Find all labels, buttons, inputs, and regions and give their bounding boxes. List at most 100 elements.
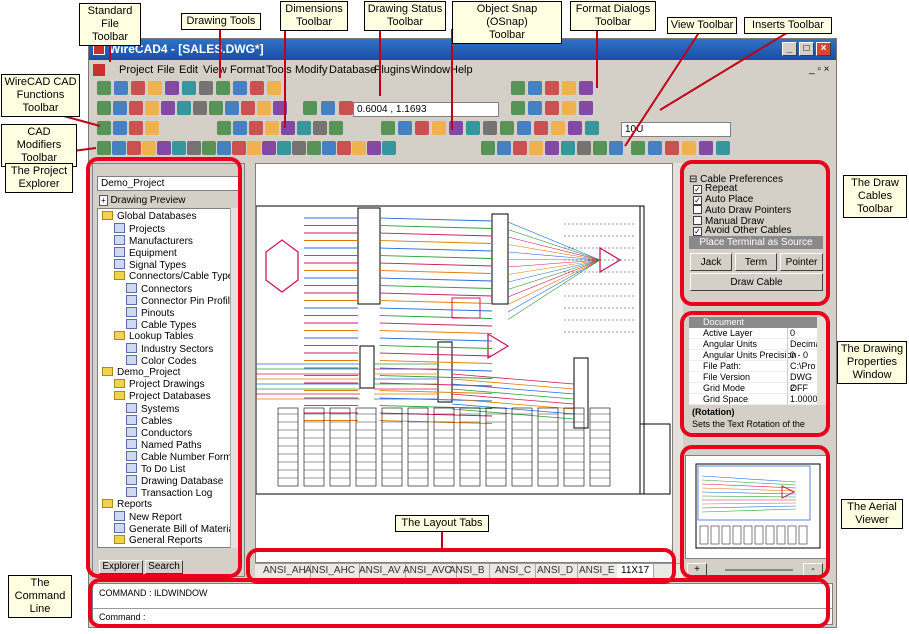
drawing-status-icon-2[interactable] <box>321 101 335 115</box>
term-button[interactable]: Term <box>735 253 777 271</box>
canvas-vertical-scrollbar[interactable] <box>673 163 683 563</box>
cad-modifier-icon-5[interactable] <box>157 141 171 155</box>
pointer-button[interactable]: Pointer <box>780 253 823 271</box>
standard-file-icon-3[interactable] <box>131 81 145 95</box>
property-row[interactable]: Angular Units Decima <box>689 339 817 350</box>
cad-modifier-icon-18[interactable] <box>352 141 366 155</box>
property-grid[interactable]: Active Layer 0 Angular Units DecimaAngular … <box>689 328 817 405</box>
cable-option[interactable]: Auto Draw Pointers <box>693 205 791 216</box>
standard-file-icon-9[interactable] <box>233 81 247 95</box>
insert-icon-6[interactable] <box>716 141 730 155</box>
cad-modifier-icon-20[interactable] <box>382 141 396 155</box>
cable-option[interactable]: ✓ Auto Place <box>693 194 753 205</box>
standard-file-icon-10[interactable] <box>250 81 264 95</box>
dimension-icon-1[interactable] <box>217 121 231 135</box>
mdi-restore-icon[interactable]: _ ▫ × <box>809 61 830 79</box>
cad-modifier-icon-14[interactable] <box>292 141 306 155</box>
insert-icon-1[interactable] <box>631 141 645 155</box>
format-dialog-2-icon-2[interactable] <box>528 101 542 115</box>
format-dialog-icon-2[interactable] <box>528 81 542 95</box>
drawing-tool-icon-8[interactable] <box>209 101 223 115</box>
drawing-canvas[interactable] <box>255 163 673 563</box>
cad-modifier-icon-12[interactable] <box>262 141 276 155</box>
format-dialog-icon-4[interactable] <box>562 81 576 95</box>
checkbox[interactable]: ✓ <box>693 195 702 205</box>
layout-tab-ansi_e[interactable]: ANSI_E <box>575 564 620 578</box>
insert-icon-2[interactable] <box>648 141 662 155</box>
drawing-tool-icon-2[interactable] <box>113 101 127 115</box>
cad-modifier-icon-10[interactable] <box>232 141 246 155</box>
drawing-tool-icon-1[interactable] <box>97 101 111 115</box>
cad-modifier-icon-8[interactable] <box>202 141 216 155</box>
aerial-viewer[interactable] <box>685 455 827 559</box>
tree-item[interactable]: Connectors/Cable Types <box>114 271 238 283</box>
view-icon-2[interactable] <box>497 141 511 155</box>
checkbox[interactable] <box>693 215 702 225</box>
drawing-tool-icon-6[interactable] <box>177 101 191 115</box>
cad-modifier-icon-3[interactable] <box>127 141 141 155</box>
drawing-tool-icon-3[interactable] <box>129 101 143 115</box>
place-terminal-option[interactable]: Place Terminal as Source <box>689 236 823 249</box>
document-icon[interactable] <box>93 64 105 76</box>
tree-item[interactable]: Lookup Tables <box>114 331 193 343</box>
drawing-tool-icon-7[interactable] <box>193 101 207 115</box>
cad-modifier-icon-2[interactable] <box>112 141 126 155</box>
view-icon-3[interactable] <box>513 141 527 155</box>
property-row[interactable]: File Path: C:\Pro <box>689 361 817 372</box>
format-dialog-icon-5[interactable] <box>579 81 593 95</box>
format-dialog-2-icon-3[interactable] <box>545 101 559 115</box>
layout-tab-11x17[interactable]: 11X17 <box>617 564 655 578</box>
property-row[interactable]: Angular Units Precision 0 - 0 <box>689 350 817 361</box>
wirecad-function-icon-2[interactable] <box>113 121 127 135</box>
drawing-tool-icon-10[interactable] <box>241 101 255 115</box>
dimension-icon-2[interactable] <box>233 121 247 135</box>
insert-icon-4[interactable] <box>682 141 696 155</box>
draw-cable-button[interactable]: Draw Cable <box>690 273 823 291</box>
osnap-icon-7[interactable] <box>483 121 497 135</box>
checkbox[interactable] <box>693 205 702 214</box>
osnap-icon-2[interactable] <box>398 121 412 135</box>
layout-tab-ansi_ahc[interactable]: ANSI_AHC <box>301 564 361 578</box>
menu-tools[interactable]: Tools <box>266 61 292 79</box>
osnap-icon-9[interactable] <box>517 121 531 135</box>
property-row[interactable]: Active Layer 0 <box>689 328 817 339</box>
menu-view[interactable]: View <box>203 61 227 79</box>
tree-scrollbar[interactable] <box>230 208 242 548</box>
cad-modifier-icon-11[interactable] <box>247 141 261 155</box>
property-scrollbar[interactable] <box>817 317 826 405</box>
view-icon-1[interactable] <box>481 141 495 155</box>
minimize-button[interactable]: _ <box>782 42 797 56</box>
drawing-preview-toggle[interactable]: + Drawing Preview <box>99 195 185 206</box>
command-line[interactable]: COMMAND : ILDWINDOW Command : <box>92 583 833 625</box>
osnap-icon-4[interactable] <box>432 121 446 135</box>
cad-modifier-icon-4[interactable] <box>142 141 156 155</box>
wirecad-function-icon-4[interactable] <box>145 121 159 135</box>
format-dialog-icon-1[interactable] <box>511 81 525 95</box>
property-row[interactable]: Grid Mode OFF <box>689 383 817 394</box>
close-button[interactable]: × <box>816 42 831 56</box>
dimension-icon-8[interactable] <box>329 121 343 135</box>
standard-file-icon-5[interactable] <box>165 81 179 95</box>
osnap-icon-12[interactable] <box>568 121 582 135</box>
menu-file[interactable]: File <box>157 61 175 79</box>
dimension-icon-6[interactable] <box>297 121 311 135</box>
checkbox[interactable]: ✓ <box>693 185 702 194</box>
menu-format[interactable]: Format <box>230 61 265 79</box>
cad-modifier-icon-1[interactable] <box>97 141 111 155</box>
osnap-icon-11[interactable] <box>551 121 565 135</box>
osnap-icon-5[interactable] <box>449 121 463 135</box>
cad-modifier-icon-16[interactable] <box>322 141 336 155</box>
view-icon-7[interactable] <box>577 141 591 155</box>
layout-tab-ansi_b[interactable]: ANSI_B <box>445 564 490 578</box>
jack-button[interactable]: Jack <box>690 253 732 271</box>
drawing-tool-icon-4[interactable] <box>145 101 159 115</box>
view-icon-9[interactable] <box>609 141 623 155</box>
menu-project[interactable]: Project <box>119 61 153 79</box>
menu-plugins[interactable]: Plugins <box>374 61 410 79</box>
view-icon-6[interactable] <box>561 141 575 155</box>
osnap-icon-1[interactable] <box>381 121 395 135</box>
osnap-icon-10[interactable] <box>534 121 548 135</box>
dimension-icon-7[interactable] <box>313 121 327 135</box>
standard-file-icon-7[interactable] <box>199 81 213 95</box>
cad-modifier-icon-19[interactable] <box>367 141 381 155</box>
